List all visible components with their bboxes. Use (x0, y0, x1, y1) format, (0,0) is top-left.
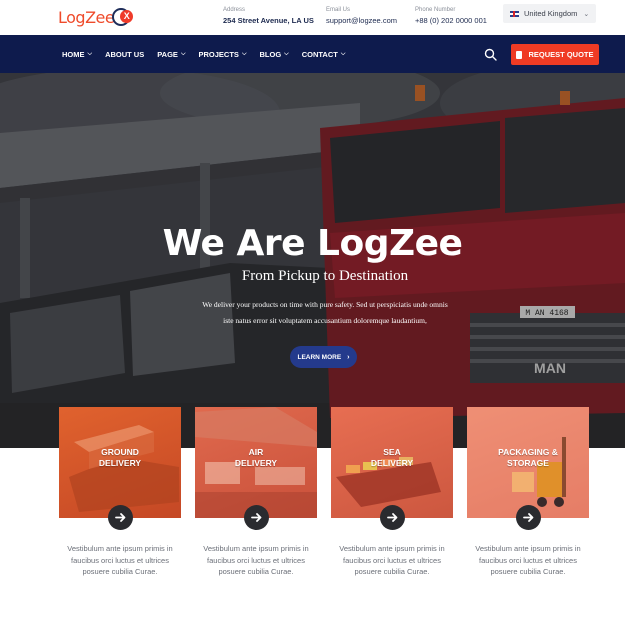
nav-item-about-us[interactable]: ABOUT US (105, 50, 144, 59)
chevron-down-icon: ⌵ (340, 50, 346, 57)
hero-description: We deliver your products on time with pu… (202, 300, 448, 325)
chevron-right-icon: › (347, 353, 350, 361)
nav-item-label: PROJECTS (198, 49, 239, 59)
chevron-down-icon: ⌵ (180, 50, 186, 57)
service-title: SEA DELIVERY (370, 447, 414, 468)
nav-item-label: ABOUT US (105, 49, 145, 59)
service-description: Vestibulum ante ipsum primis in faucibus… (203, 544, 309, 576)
service-title: GROUND DELIVERY (98, 447, 142, 468)
logo[interactable]: LogZee X (58, 6, 134, 28)
request-quote-label: REQUEST QUOTE (528, 50, 594, 59)
phone-value[interactable]: +88 (0) 202 0000 001 (415, 15, 487, 27)
service-description: Vestibulum ante ipsum primis in faucibus… (67, 544, 173, 576)
arrow-right-button[interactable] (108, 505, 133, 530)
learn-more-label: LEARN MORE (297, 353, 342, 361)
nav-item-page[interactable]: PAGE ⌵ (157, 50, 185, 59)
service-title: AIR DELIVERY (234, 447, 278, 468)
chevron-down-icon: ⌵ (284, 50, 289, 57)
country-label: United Kingdom (524, 9, 578, 18)
service-description: Vestibulum ante ipsum primis in faucibus… (475, 544, 581, 576)
arrow-right-button[interactable] (244, 505, 269, 530)
email-label: Email Us (326, 7, 351, 13)
nav-item-projects[interactable]: PROJECTS ⌵ (199, 50, 247, 59)
chevron-down-icon: ⌵ (241, 50, 247, 57)
nav-item-home[interactable]: HOME ⌵ (62, 50, 92, 59)
top-bar: LogZee X Address 254 Street Avenue, LA U… (0, 0, 625, 35)
service-card-sea-delivery[interactable]: SEA DELIVERY (331, 407, 453, 518)
chevron-down-icon: ⌵ (87, 50, 93, 57)
service-card-ground-delivery[interactable]: GROUND DELIVERY (59, 407, 181, 518)
chevron-down-icon: ⌄ (583, 10, 590, 18)
service-card-air-delivery[interactable]: AIR DELIVERY (195, 407, 317, 518)
logo-text: LogZee (58, 7, 115, 27)
nav-menu: HOME ⌵ ABOUT US PAGE ⌵ PROJECTS ⌵ BLOG ⌵… (62, 35, 358, 73)
hero-banner: M AN 4168 MAN We Are LogZee From Pickup … (0, 73, 625, 448)
hero-title: We Are LogZee (162, 223, 463, 264)
email-value[interactable]: support@logzee.com (326, 15, 397, 27)
arrow-right-icon (115, 513, 126, 522)
learn-more-button[interactable]: LEARN MORE › (290, 346, 357, 368)
search-icon[interactable] (484, 48, 497, 61)
service-title: PACKAGING & STORAGE (498, 447, 558, 468)
nav-item-contact[interactable]: CONTACT ⌵ (302, 50, 346, 59)
nav-item-label: CONTACT (301, 49, 338, 59)
nav-item-label: PAGE (157, 49, 178, 59)
document-icon (516, 50, 523, 59)
nav-item-label: BLOG (259, 49, 282, 59)
service-description: Vestibulum ante ipsum primis in faucibus… (339, 544, 445, 576)
arrow-right-button[interactable] (516, 505, 541, 530)
country-select[interactable]: United Kingdom ⌄ (503, 4, 596, 23)
logo-mark-icon: X (112, 6, 134, 28)
address-info: Address 254 Street Avenue, LA US (223, 6, 314, 27)
arrow-right-button[interactable] (380, 505, 405, 530)
email-info: Email Us support@logzee.com (326, 6, 397, 27)
nav-item-blog[interactable]: BLOG ⌵ (260, 50, 289, 59)
service-card-packaging-storage[interactable]: PACKAGING & STORAGE (467, 407, 589, 518)
request-quote-button[interactable]: REQUEST QUOTE (511, 44, 599, 65)
hero-subtitle: From Pickup to Destination (241, 268, 409, 284)
uk-flag-icon (510, 10, 519, 17)
phone-info: Phone Number +88 (0) 202 0000 001 (415, 6, 487, 27)
arrow-right-icon (387, 513, 398, 522)
nav-item-label: HOME (62, 49, 85, 59)
address-label: Address (223, 7, 246, 13)
arrow-right-icon (251, 513, 262, 522)
arrow-right-icon (523, 513, 534, 522)
address-value: 254 Street Avenue, LA US (223, 16, 314, 25)
phone-label: Phone Number (415, 7, 456, 13)
